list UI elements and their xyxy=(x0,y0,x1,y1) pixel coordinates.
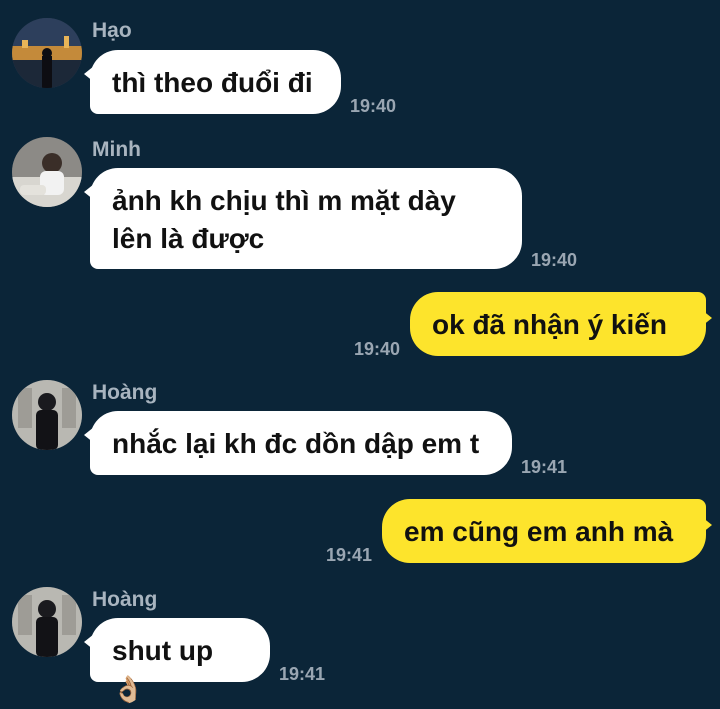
person-standing-photo-icon xyxy=(12,587,82,657)
message-bubble[interactable]: nhắc lại kh đc dồn dập em t xyxy=(84,411,512,475)
sender-name: Minh xyxy=(92,138,141,161)
message-text: em cũng em anh mà xyxy=(404,516,674,547)
person-sitting-photo-icon xyxy=(12,137,82,207)
message-text: ok đã nhận ý kiến xyxy=(432,309,667,340)
city-night-photo-icon xyxy=(12,18,82,88)
avatar-hao[interactable] xyxy=(12,18,82,88)
message-time: 19:40 xyxy=(354,339,401,359)
avatar-minh[interactable] xyxy=(12,137,82,207)
message-time: 19:41 xyxy=(279,664,326,684)
message-time: 19:41 xyxy=(521,457,568,477)
message-bubble-own[interactable]: em cũng em anh mà xyxy=(382,499,712,563)
message-bubble[interactable]: ảnh kh chịu thì m mặt dày lên là được xyxy=(84,168,522,269)
avatar-hoang[interactable] xyxy=(12,380,82,450)
message-time: 19:40 xyxy=(531,250,578,270)
avatar-hoang[interactable] xyxy=(12,587,82,657)
person-standing-photo-icon xyxy=(12,380,82,450)
message-bubble[interactable]: shut up 👌🏼 xyxy=(84,618,270,705)
message-time: 19:40 xyxy=(350,96,397,116)
message-text: nhắc lại kh đc dồn dập em t xyxy=(112,428,480,459)
sender-name: Hoàng xyxy=(92,381,158,404)
sender-name: Hoàng xyxy=(92,588,158,611)
message-text-line: ảnh kh chịu thì m mặt dày xyxy=(112,185,456,216)
message-text: shut up xyxy=(112,635,214,666)
ok-hand-emoji-icon: 👌🏼 xyxy=(112,675,145,705)
message-bubble[interactable]: thì theo đuổi đi xyxy=(84,50,341,114)
message-text: thì theo đuổi đi xyxy=(112,67,313,98)
message-bubble-own[interactable]: ok đã nhận ý kiến xyxy=(410,292,712,356)
sender-name: Hạo xyxy=(92,19,132,42)
message-text-line: lên là được xyxy=(112,223,265,254)
message-time: 19:41 xyxy=(326,545,373,565)
